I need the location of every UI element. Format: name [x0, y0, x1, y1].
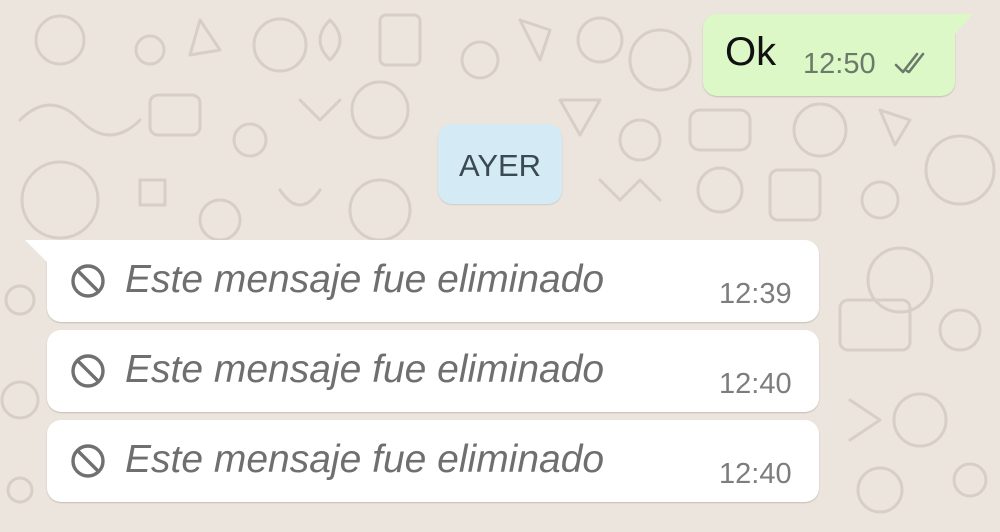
- message-time: 12:40: [719, 458, 792, 490]
- deleted-message-text: Este mensaje fue eliminado: [125, 438, 605, 481]
- deleted-message-bubble[interactable]: Este mensaje fue eliminado 12:39: [25, 240, 819, 322]
- message-time: 12:39: [719, 278, 792, 310]
- date-divider: AYER: [438, 124, 562, 204]
- deleted-message-bubble[interactable]: Este mensaje fue eliminado 12:40: [47, 420, 819, 502]
- message-text: Ok: [725, 30, 777, 74]
- outgoing-message-bubble[interactable]: Ok 12:50: [703, 14, 973, 96]
- date-divider-label: AYER: [458, 148, 542, 183]
- deleted-message-bubble[interactable]: Este mensaje fue eliminado 12:40: [47, 330, 819, 412]
- double-check-icon: [893, 50, 933, 78]
- deleted-icon: [69, 352, 107, 390]
- message-time: 12:40: [719, 368, 792, 400]
- message-time: 12:50: [803, 48, 876, 80]
- deleted-message-text: Este mensaje fue eliminado: [125, 258, 605, 301]
- deleted-icon: [69, 442, 107, 480]
- bubble-tail: [25, 240, 47, 262]
- bubble-tail: [953, 14, 973, 36]
- deleted-message-text: Este mensaje fue eliminado: [125, 348, 605, 391]
- deleted-icon: [69, 262, 107, 300]
